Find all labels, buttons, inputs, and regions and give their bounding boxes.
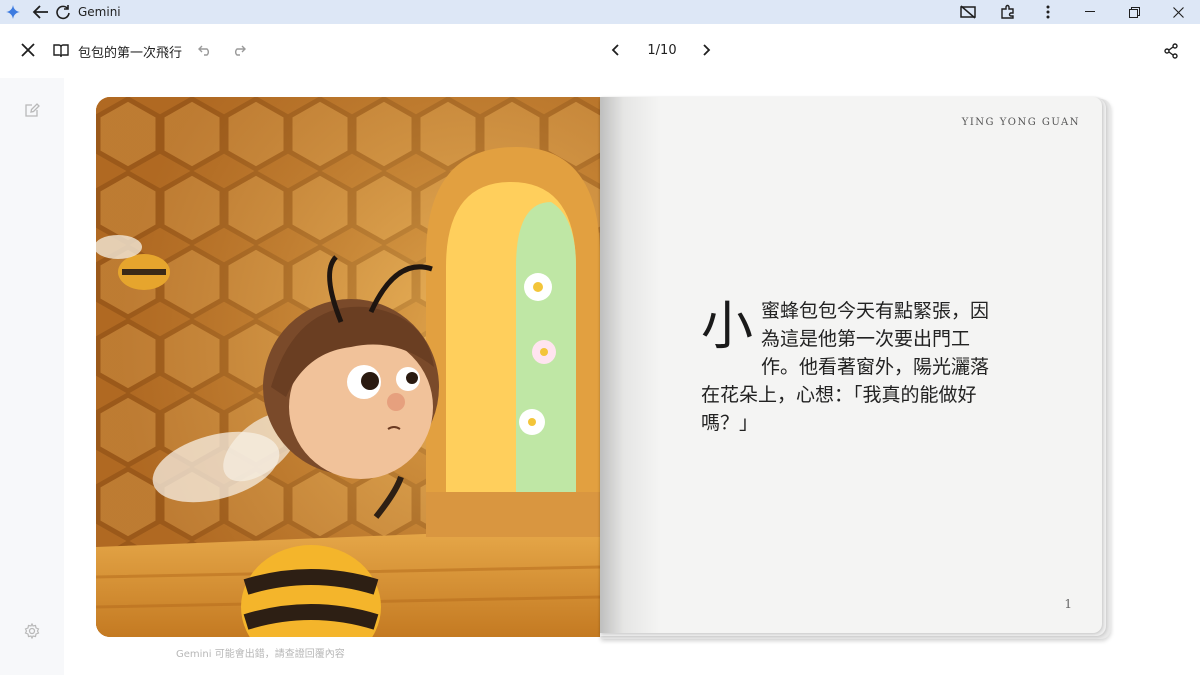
share-icon[interactable] <box>1161 41 1181 61</box>
extensions-icon[interactable] <box>988 0 1028 24</box>
window-title-bar: Gemini <box>0 0 1200 24</box>
edit-icon[interactable] <box>22 100 42 120</box>
left-rail <box>0 78 64 675</box>
close-window-icon[interactable] <box>1156 0 1200 24</box>
text-page: YING YONG GUAN 小蜜蜂包包今天有點緊張，因為這是他第一次要出門工作… <box>600 97 1102 633</box>
settings-icon[interactable] <box>22 621 42 641</box>
drop-cap: 小 <box>701 297 754 357</box>
next-page-button[interactable] <box>698 41 716 59</box>
book-icon <box>52 41 70 59</box>
page-number: 1 <box>1064 597 1072 611</box>
minimize-icon[interactable] <box>1068 0 1112 24</box>
author-name: YING YONG GUAN <box>961 117 1080 128</box>
chevron-left-icon <box>611 44 619 56</box>
storybook-spread: YING YONG GUAN 小蜜蜂包包今天有點緊張，因為這是他第一次要出門工作… <box>96 97 1112 642</box>
close-icon[interactable] <box>18 40 38 60</box>
previous-page-button[interactable] <box>606 41 624 59</box>
bee-illustration <box>96 97 600 637</box>
redo-icon[interactable] <box>230 41 248 59</box>
storybook-toolbar: 包包的第一次飛行 1/10 <box>0 24 1200 78</box>
gemini-logo-icon <box>2 0 24 24</box>
chevron-right-icon <box>703 44 711 56</box>
cast-off-icon[interactable] <box>948 0 988 24</box>
spine-shadow <box>600 97 660 633</box>
page-indicator: 1/10 <box>647 43 677 58</box>
illustration-page <box>96 97 600 637</box>
undo-icon[interactable] <box>196 41 214 59</box>
book-title: 包包的第一次飛行 <box>78 46 183 61</box>
app-title: Gemini <box>78 5 121 19</box>
restore-icon[interactable] <box>1112 0 1156 24</box>
disclaimer: Gemini 可能會出錯，請查證回覆內容 <box>176 649 345 660</box>
reload-icon[interactable] <box>52 0 74 24</box>
story-paragraph: 小蜜蜂包包今天有點緊張，因為這是他第一次要出門工作。他看著窗外，陽光灑落在花朵上… <box>701 297 1001 437</box>
more-options-icon[interactable] <box>1028 0 1068 24</box>
back-arrow-icon[interactable] <box>30 0 52 24</box>
